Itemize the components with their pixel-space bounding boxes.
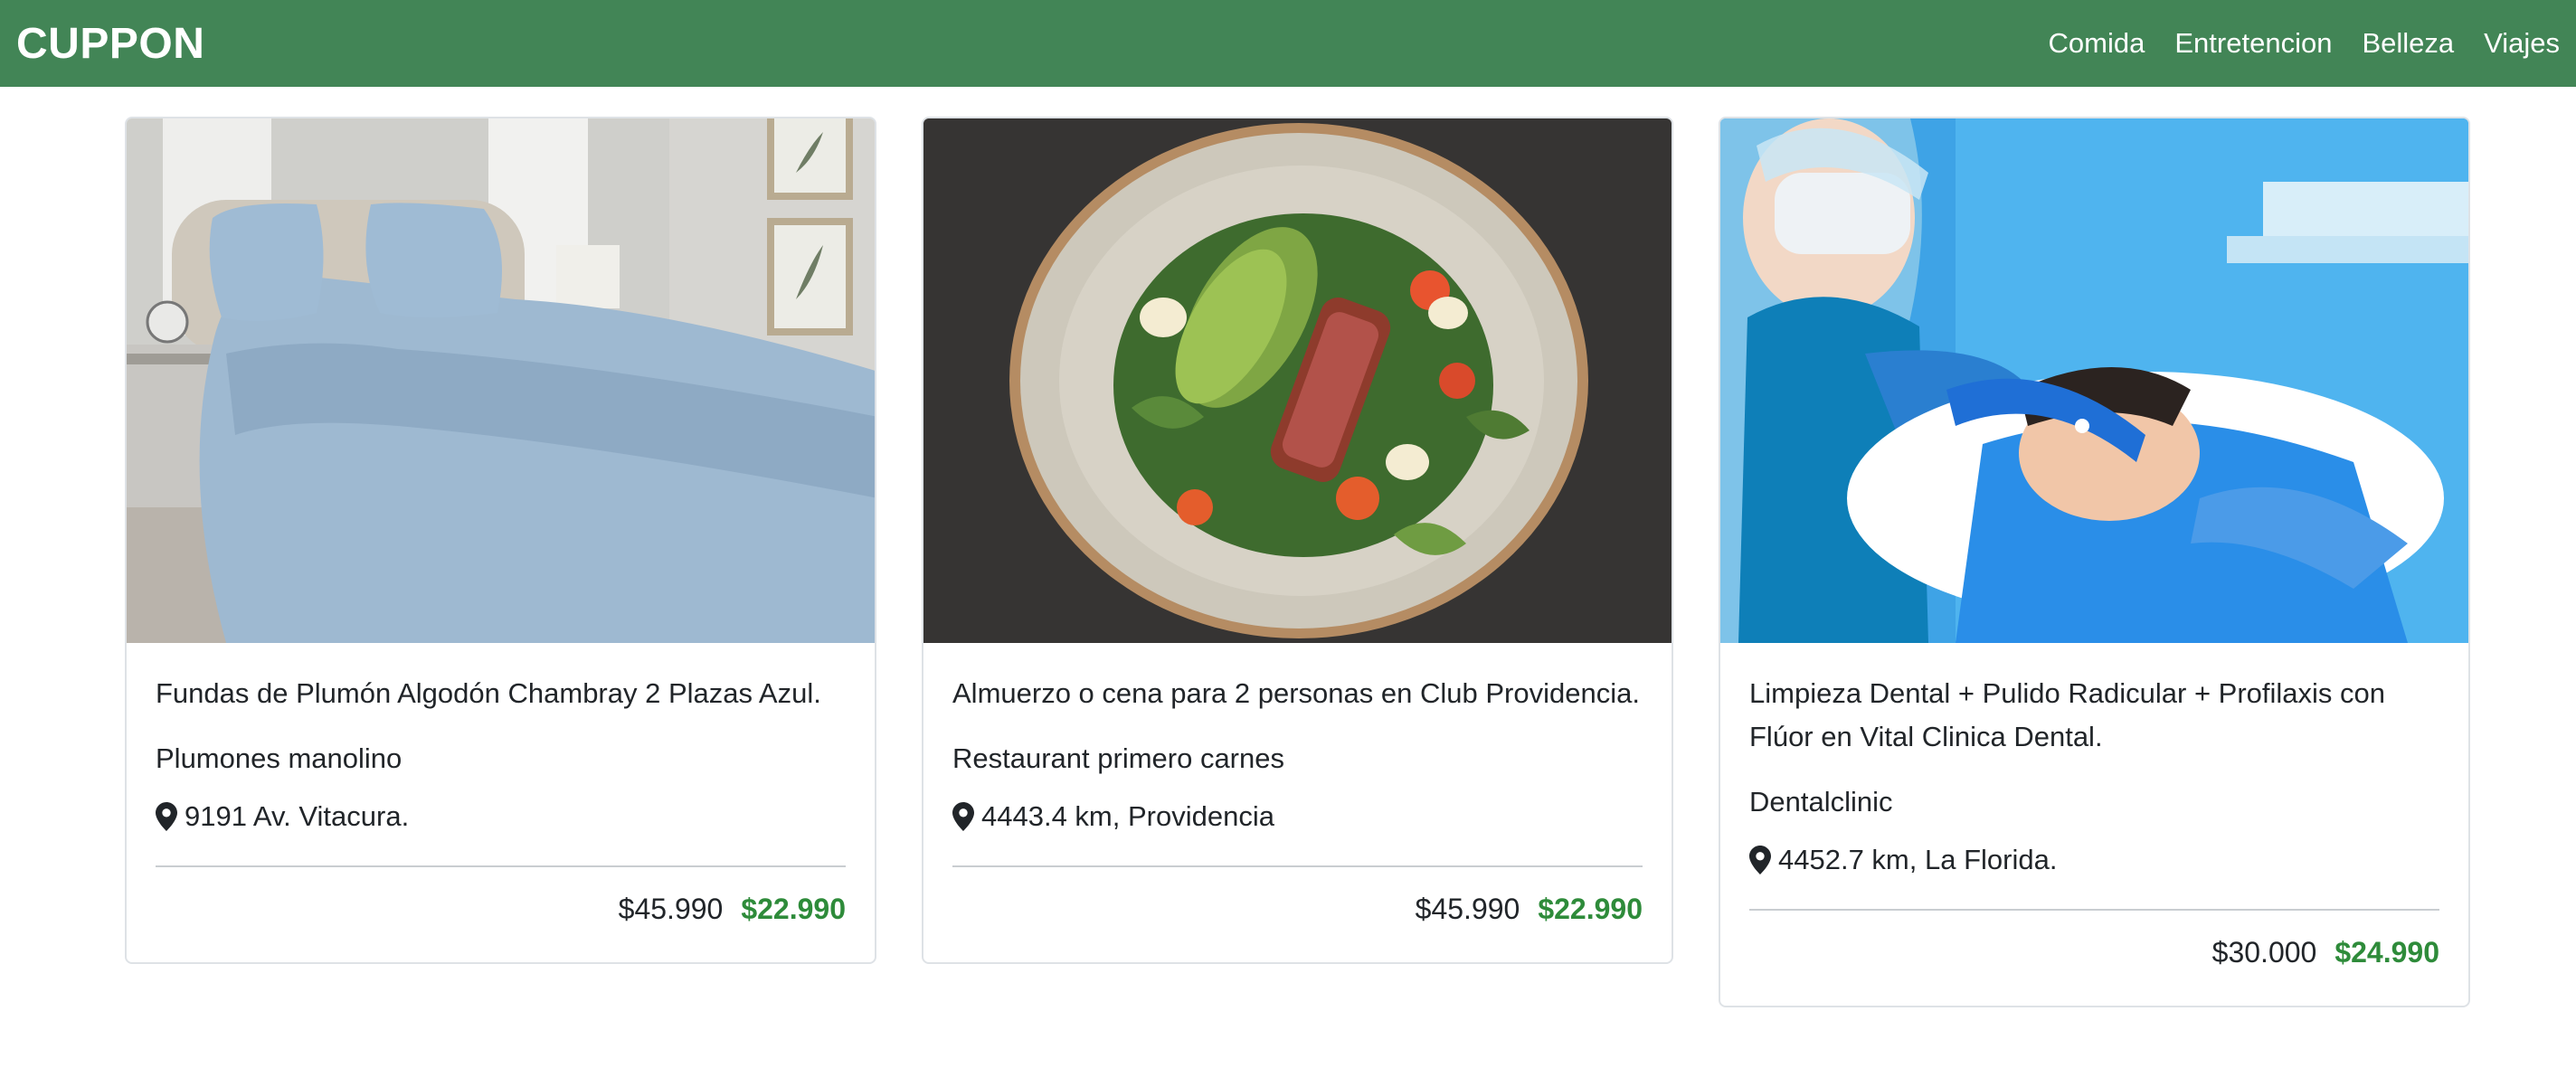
nav-link-entretencion[interactable]: Entretencion [2174,27,2332,60]
deal-vendor: Dentalclinic [1749,786,1893,818]
deal-vendor: Plumones manolino [156,742,402,774]
deal-title[interactable]: Almuerzo o cena para 2 personas en Club … [952,672,1643,715]
price-row: $45.990 $22.990 [952,893,1643,926]
nav-link-comida[interactable]: Comida [2049,27,2145,60]
deal-cards: Fundas de Plumón Algodón Chambray 2 Plaz… [125,117,2470,1007]
price-row: $45.990 $22.990 [156,893,846,926]
deal-location-text: 9191 Av. Vitacura. [185,800,410,832]
divider [156,865,846,867]
map-pin-icon [952,802,974,831]
map-pin-icon [1749,846,1771,874]
divider [952,865,1643,867]
deal-title[interactable]: Limpieza Dental + Pulido Radicular + Pro… [1749,672,2439,759]
deal-location-text: 4452.7 km, La Florida. [1778,844,2058,875]
salad-image[interactable] [923,118,1672,643]
bedding-image[interactable] [127,118,875,643]
nav-link-viajes[interactable]: Viajes [2484,27,2560,60]
deal-card[interactable]: Limpieza Dental + Pulido Radicular + Pro… [1719,117,2470,1007]
map-pin-icon [156,802,177,831]
deal-location-text: 4443.4 km, Providencia [981,800,1274,832]
divider [1749,909,2439,911]
card-body: Almuerzo o cena para 2 personas en Club … [923,643,1672,962]
old-price: $45.990 [618,893,724,925]
new-price: $24.990 [2334,936,2439,969]
new-price: $22.990 [741,893,846,925]
price-row: $30.000 $24.990 [1749,936,2439,969]
old-price: $30.000 [2211,936,2317,969]
dental-image[interactable] [1720,118,2468,643]
card-body: Fundas de Plumón Algodón Chambray 2 Plaz… [127,643,875,962]
navbar: CUPPON Comida Entretencion Belleza Viaje… [0,0,2576,87]
deal-location: 9191 Av. Vitacura. [156,795,846,838]
old-price: $45.990 [1415,893,1520,925]
card-body: Limpieza Dental + Pulido Radicular + Pro… [1720,643,2468,1006]
deal-card[interactable]: Fundas de Plumón Algodón Chambray 2 Plaz… [125,117,876,964]
nav-links: Comida Entretencion Belleza Viajes [2019,0,2560,87]
deal-location: 4452.7 km, La Florida. [1749,838,2439,882]
deal-title[interactable]: Fundas de Plumón Algodón Chambray 2 Plaz… [156,672,846,715]
deal-location: 4443.4 km, Providencia [952,795,1643,838]
deal-vendor: Restaurant primero carnes [952,742,1284,774]
new-price: $22.990 [1538,893,1643,925]
brand-logo[interactable]: CUPPON [16,19,204,69]
nav-link-belleza[interactable]: Belleza [2362,27,2454,60]
deal-card[interactable]: Almuerzo o cena para 2 personas en Club … [922,117,1673,964]
